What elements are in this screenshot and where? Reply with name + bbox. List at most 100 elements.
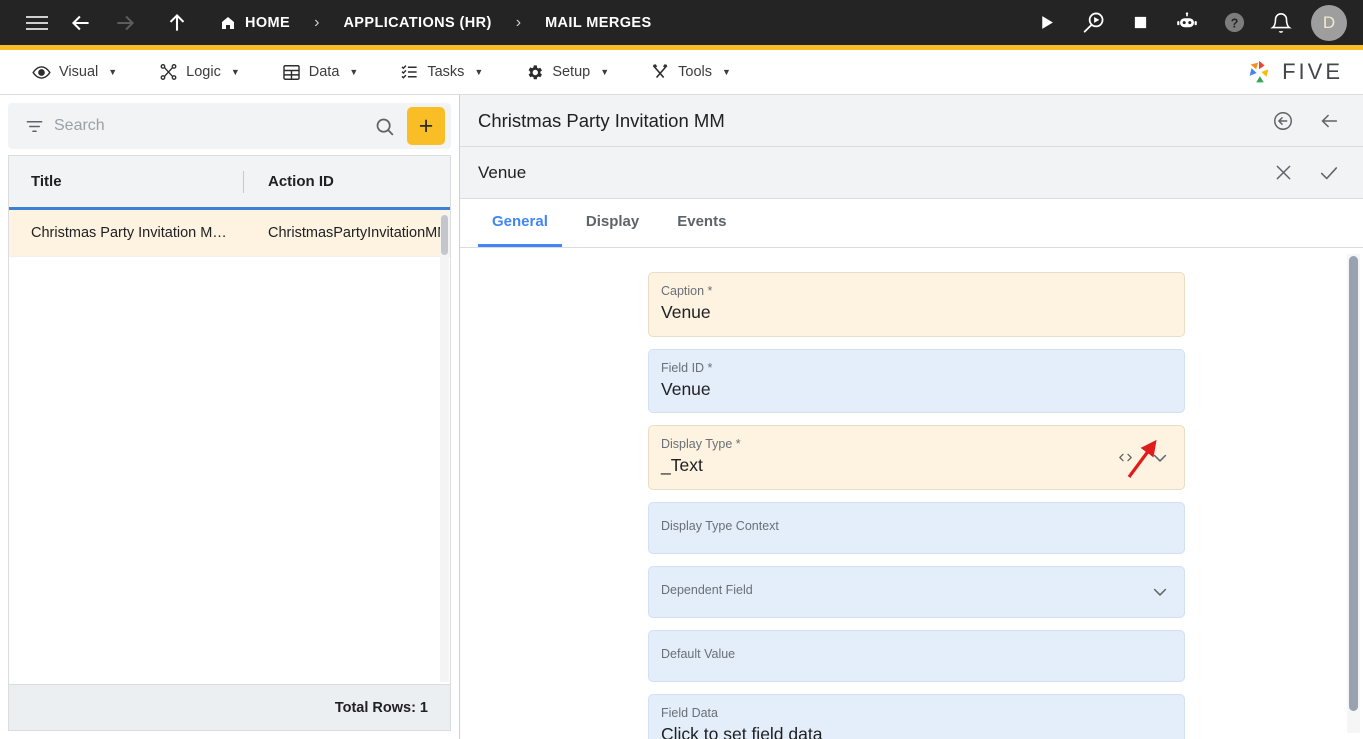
five-pinwheel-icon: [1249, 60, 1269, 83]
menu-logic[interactable]: Logic ▼: [145, 57, 254, 88]
main-panel: Christmas Party Invitation MM Venue Gene…: [460, 95, 1363, 739]
tab-display[interactable]: Display: [572, 199, 653, 247]
workspace: + Title Action ID Christmas Party Invita…: [0, 95, 1363, 739]
field-label: Field ID *: [661, 360, 713, 375]
menu-data[interactable]: Data ▼: [268, 57, 373, 88]
breadcrumb-item-home[interactable]: HOME: [210, 11, 300, 35]
field-field-data[interactable]: Field Data Click to set field data: [648, 693, 1185, 739]
filter-icon[interactable]: [22, 111, 46, 141]
search-input[interactable]: [54, 117, 361, 135]
assistant-button[interactable]: [1170, 6, 1204, 40]
field-value: Venue: [661, 301, 711, 322]
close-icon: [1276, 165, 1290, 180]
nav-forward-button[interactable]: [108, 6, 142, 40]
table-row[interactable]: Christmas Party Invitation M… ChristmasP…: [9, 210, 450, 257]
chevron-down-icon: ▼: [349, 67, 359, 77]
chevron-down-icon: ▼: [108, 67, 118, 77]
breadcrumb-label: HOME: [245, 14, 291, 31]
user-avatar[interactable]: D: [1311, 4, 1347, 41]
revert-button[interactable]: [1269, 107, 1297, 135]
hamburger-menu-button[interactable]: [20, 6, 54, 40]
field-label: Field Data: [661, 705, 718, 720]
menu-label: Tools: [678, 64, 712, 80]
cell-title: Christmas Party Invitation M…: [31, 225, 227, 241]
bell-icon: [1270, 12, 1292, 33]
form-scrollbar[interactable]: [1347, 254, 1360, 733]
search-play-icon: [1083, 12, 1103, 33]
svg-text:?: ?: [1230, 16, 1238, 30]
table-header-row: Title Action ID: [9, 156, 450, 210]
sidebar-scrollbar[interactable]: [440, 214, 449, 682]
home-icon: [222, 16, 234, 29]
menu-tools[interactable]: Tools ▼: [637, 57, 745, 88]
menu-label: Data: [308, 64, 340, 80]
page-title: Christmas Party Invitation MM: [478, 109, 725, 131]
back-arrow-icon: [1321, 114, 1338, 127]
panel-header: Christmas Party Invitation MM: [460, 95, 1363, 147]
top-nav-left-group: [0, 6, 194, 40]
field-dependent-icons: [1150, 582, 1170, 602]
menu-setup[interactable]: Setup ▼: [511, 57, 623, 88]
chevron-down-icon[interactable]: [1150, 448, 1170, 468]
close-panel-button[interactable]: [1315, 107, 1343, 135]
debug-button[interactable]: [1076, 6, 1110, 40]
search-icon[interactable]: [369, 111, 399, 141]
forward-arrow-icon: [117, 15, 135, 30]
field-label: Display Type Context: [661, 518, 779, 533]
form-scrollbar-thumb[interactable]: [1349, 256, 1358, 711]
field-display-type[interactable]: Display Type * _Text: [648, 425, 1185, 490]
help-button[interactable]: ?: [1217, 6, 1251, 40]
menu-tasks[interactable]: Tasks ▼: [386, 57, 497, 88]
totals-bar: Total Rows: 1: [8, 684, 451, 731]
add-button[interactable]: +: [407, 107, 445, 145]
notifications-button[interactable]: [1264, 6, 1298, 40]
menu-label: Tasks: [427, 64, 465, 80]
sidebar-scrollbar-thumb[interactable]: [441, 215, 448, 255]
field-label: Caption *: [661, 284, 713, 298]
column-header-title[interactable]: Title: [31, 173, 243, 190]
confirm-button[interactable]: [1315, 159, 1343, 187]
field-display-type-context[interactable]: Display Type Context: [648, 501, 1185, 554]
up-arrow-icon: [169, 13, 185, 31]
field-label: Dependent Field: [661, 582, 753, 597]
logic-nodes-icon: [159, 63, 178, 82]
checklist-icon: [400, 63, 419, 82]
menu-label: Visual: [59, 64, 99, 80]
form-fields: Caption * Venue Field ID * Venue Display…: [638, 272, 1185, 739]
field-caption[interactable]: Caption * Venue: [648, 272, 1185, 337]
nav-up-button[interactable]: [160, 6, 194, 40]
sidebar-panel: + Title Action ID Christmas Party Invita…: [0, 95, 460, 739]
stop-icon: [1134, 16, 1146, 29]
field-label: Display Type *: [661, 437, 741, 452]
code-icon[interactable]: [1117, 449, 1134, 466]
eye-icon: [32, 63, 51, 82]
chevron-down-icon[interactable]: [1150, 582, 1170, 602]
breadcrumb-item-mail-merges[interactable]: MAIL MERGES: [535, 11, 661, 35]
table-body: Christmas Party Invitation M… ChristmasP…: [9, 210, 450, 684]
back-arrow-icon: [71, 15, 89, 30]
cell-action-id: ChristmasPartyInvitationMM: [268, 225, 450, 241]
tab-events[interactable]: Events: [663, 199, 740, 247]
chevron-down-icon: ▼: [474, 67, 484, 77]
hamburger-icon: [26, 15, 48, 30]
search-bar[interactable]: +: [8, 103, 451, 149]
editor-tabs: General Display Events: [460, 199, 1363, 248]
field-dependent-field[interactable]: Dependent Field: [648, 565, 1185, 618]
field-default-value[interactable]: Default Value: [648, 629, 1185, 682]
menu-visual[interactable]: Visual ▼: [18, 57, 131, 88]
play-icon: [1041, 16, 1053, 29]
run-button[interactable]: [1029, 6, 1063, 40]
gear-icon: [525, 63, 544, 82]
column-header-action-id[interactable]: Action ID: [268, 173, 334, 190]
stop-button[interactable]: [1123, 6, 1157, 40]
breadcrumb-item-applications[interactable]: APPLICATIONS (HR): [333, 11, 501, 35]
field-display-type-icons: [1117, 448, 1170, 468]
tab-general[interactable]: General: [478, 199, 562, 247]
field-value: _Text: [661, 455, 703, 476]
search-area: +: [0, 95, 459, 155]
field-editor-actions: [1269, 159, 1343, 187]
table-grid-icon: [282, 63, 301, 82]
cancel-button[interactable]: [1269, 159, 1297, 187]
field-field-id[interactable]: Field ID * Venue: [648, 348, 1185, 414]
nav-back-button[interactable]: [64, 6, 98, 40]
